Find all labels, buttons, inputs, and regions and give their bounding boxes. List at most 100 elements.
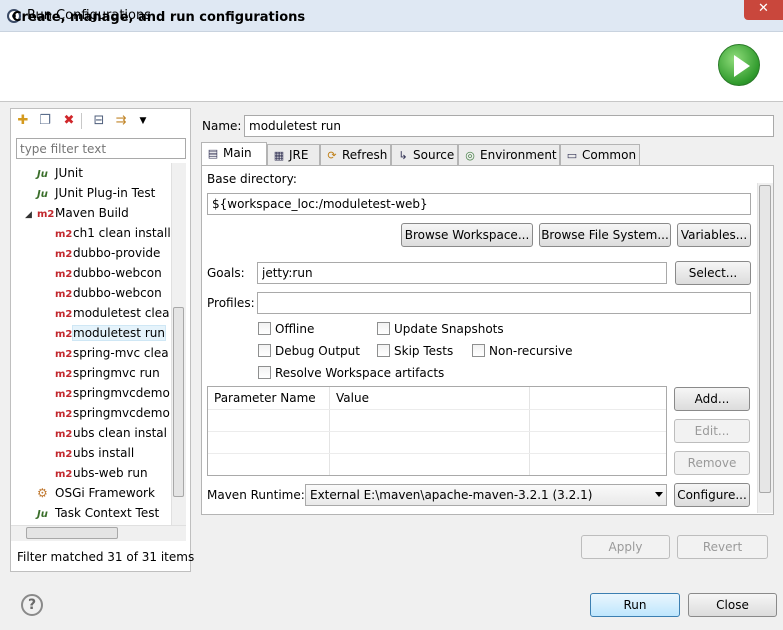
update-snapshots-checkbox-box[interactable] — [377, 322, 390, 335]
filter-status-text: Filter matched 31 of 31 items — [17, 550, 195, 564]
maven-icon: m2 — [55, 409, 73, 420]
browse-workspace-button[interactable]: Browse Workspace... — [401, 223, 533, 247]
parameters-table[interactable]: Parameter Name Value — [207, 386, 667, 476]
tab-source[interactable]: ↳ Source — [391, 144, 458, 166]
junit-icon: Ju — [37, 509, 48, 520]
tree-item-label: moduletest clea — [73, 306, 170, 320]
parameter-name-header[interactable]: Parameter Name — [208, 387, 330, 409]
tree-item-label: Task Context Test — [55, 506, 160, 520]
tree-item-label: spring-mvc clea — [73, 346, 169, 360]
tree-item-label: Maven Build — [55, 206, 129, 220]
run-banner-icon — [718, 44, 760, 86]
table-row[interactable] — [208, 409, 666, 431]
tree-item[interactable]: m2ubs install — [55, 443, 134, 463]
tree-item[interactable]: m2springmvcdemo — [55, 383, 170, 403]
configure-runtime-button[interactable]: Configure... — [674, 483, 750, 507]
tree-item-label: springmvc run — [73, 366, 160, 380]
tree-item[interactable]: m2springmvc run — [55, 363, 160, 383]
debug-output-checkbox-box[interactable] — [258, 344, 271, 357]
collapse-all-icon[interactable]: ⊟ — [91, 113, 107, 129]
chevron-down-icon[interactable]: ▼ — [135, 113, 151, 129]
tree-item[interactable]: m2ch1 clean install — [55, 223, 171, 243]
edit-parameter-button[interactable]: Edit... — [674, 419, 750, 443]
filter-input[interactable] — [16, 138, 186, 159]
resolve-workspace-artifacts-checkbox[interactable]: Resolve Workspace artifacts — [258, 365, 444, 381]
non-recursive-checkbox[interactable]: Non-recursive — [472, 343, 573, 359]
tree-item-label: JUnit Plug-in Test — [55, 186, 156, 200]
resolve-workspace-artifacts-checkbox-box[interactable] — [258, 366, 271, 379]
variables-button[interactable]: Variables... — [677, 223, 751, 247]
profiles-input[interactable] — [257, 292, 751, 314]
apply-button[interactable]: Apply — [581, 535, 670, 559]
tree-item-label: springmvcdemo — [73, 386, 170, 400]
skip-tests-checkbox[interactable]: Skip Tests — [377, 343, 453, 359]
close-button[interactable]: Close — [688, 593, 777, 617]
value-header[interactable]: Value — [330, 387, 530, 409]
tree-item[interactable]: m2moduletest clea — [55, 303, 170, 323]
window-close-button[interactable]: ✕ — [744, 0, 783, 20]
maven-runtime-select[interactable]: External E:\maven\apache-maven-3.2.1 (3.… — [305, 484, 667, 506]
panel-vertical-scroll-thumb[interactable] — [759, 185, 771, 493]
maven-icon: m2 — [55, 469, 73, 480]
tree-item[interactable]: m2dubbo-webcon — [55, 283, 162, 303]
tree-item[interactable]: m2dubbo-provide — [55, 243, 160, 263]
tree-horizontal-scroll-thumb[interactable] — [26, 527, 118, 539]
source-icon: ↳ — [398, 149, 408, 162]
maven-icon: m2 — [55, 429, 73, 440]
tree-item[interactable]: Ju JUnit Plug-in Test — [37, 183, 155, 203]
run-button[interactable]: Run — [590, 593, 680, 617]
table-row[interactable] — [208, 431, 666, 453]
tree-vertical-scroll-thumb[interactable] — [173, 307, 184, 497]
table-row[interactable] — [208, 453, 666, 475]
tree-item[interactable]: ◢ m2Maven Build — [25, 203, 129, 223]
tree-item[interactable]: Ju JUnit — [37, 163, 83, 183]
maven-icon: m2 — [37, 209, 55, 220]
tree-item[interactable]: m2spring-mvc clea — [55, 343, 169, 363]
tree-item-label: ubs clean instal — [73, 426, 167, 440]
filter-icon[interactable]: ⇉ — [113, 113, 129, 129]
maven-icon: m2 — [55, 289, 73, 300]
maven-icon: m2 — [55, 389, 73, 400]
tree-item[interactable]: ⚙ OSGi Framework — [37, 483, 155, 503]
tab-refresh[interactable]: ⟳ Refresh — [320, 144, 391, 166]
tab-main[interactable]: ▤ Main — [201, 142, 267, 166]
tree-item[interactable]: m2ubs clean instal — [55, 423, 167, 443]
non-recursive-checkbox-box[interactable] — [472, 344, 485, 357]
tree-item-label: springmvcdemo — [73, 406, 170, 420]
tree-expand-icon[interactable]: ◢ — [25, 205, 37, 225]
select-goals-button[interactable]: Select... — [675, 261, 751, 285]
tree-item[interactable]: m2ubs-web run — [55, 463, 148, 483]
offline-checkbox[interactable]: Offline — [258, 321, 314, 337]
debug-output-checkbox[interactable]: Debug Output — [258, 343, 360, 359]
maven-icon: m2 — [55, 449, 73, 460]
tree-item[interactable]: m2moduletest run — [55, 323, 166, 343]
add-parameter-button[interactable]: Add... — [674, 387, 750, 411]
help-icon[interactable]: ? — [21, 594, 43, 616]
tab-common[interactable]: ▭ Common — [560, 144, 640, 166]
tab-jre[interactable]: ▦ JRE — [267, 144, 320, 166]
delete-icon[interactable]: ✖ — [61, 113, 77, 129]
tree-item[interactable]: Ju Task Context Test — [37, 503, 159, 523]
browse-file-system-button[interactable]: Browse File System... — [539, 223, 671, 247]
tree-item-label: OSGi Framework — [55, 486, 155, 500]
new-configuration-icon[interactable]: ✚ — [15, 113, 31, 129]
maven-icon: m2 — [55, 369, 73, 380]
goals-input[interactable] — [257, 262, 667, 284]
name-input[interactable] — [244, 115, 774, 137]
tree-item[interactable]: m2dubbo-webcon — [55, 263, 162, 283]
chevron-down-icon[interactable] — [655, 492, 663, 497]
base-directory-input[interactable] — [207, 193, 751, 215]
refresh-icon: ⟳ — [327, 149, 337, 162]
tree-item[interactable]: m2springmvcdemo — [55, 403, 170, 423]
remove-parameter-button[interactable]: Remove — [674, 451, 750, 475]
revert-button[interactable]: Revert — [677, 535, 768, 559]
duplicate-icon[interactable]: ❐ — [37, 113, 53, 129]
skip-tests-checkbox-box[interactable] — [377, 344, 390, 357]
toolbar-separator — [81, 113, 82, 129]
common-icon: ▭ — [566, 149, 578, 162]
base-directory-label: Base directory: — [207, 172, 297, 186]
tab-environment[interactable]: ◎ Environment — [458, 144, 560, 166]
offline-checkbox-box[interactable] — [258, 322, 271, 335]
update-snapshots-checkbox[interactable]: Update Snapshots — [377, 321, 504, 337]
dialog-heading: Create, manage, and run configurations — [12, 10, 306, 25]
